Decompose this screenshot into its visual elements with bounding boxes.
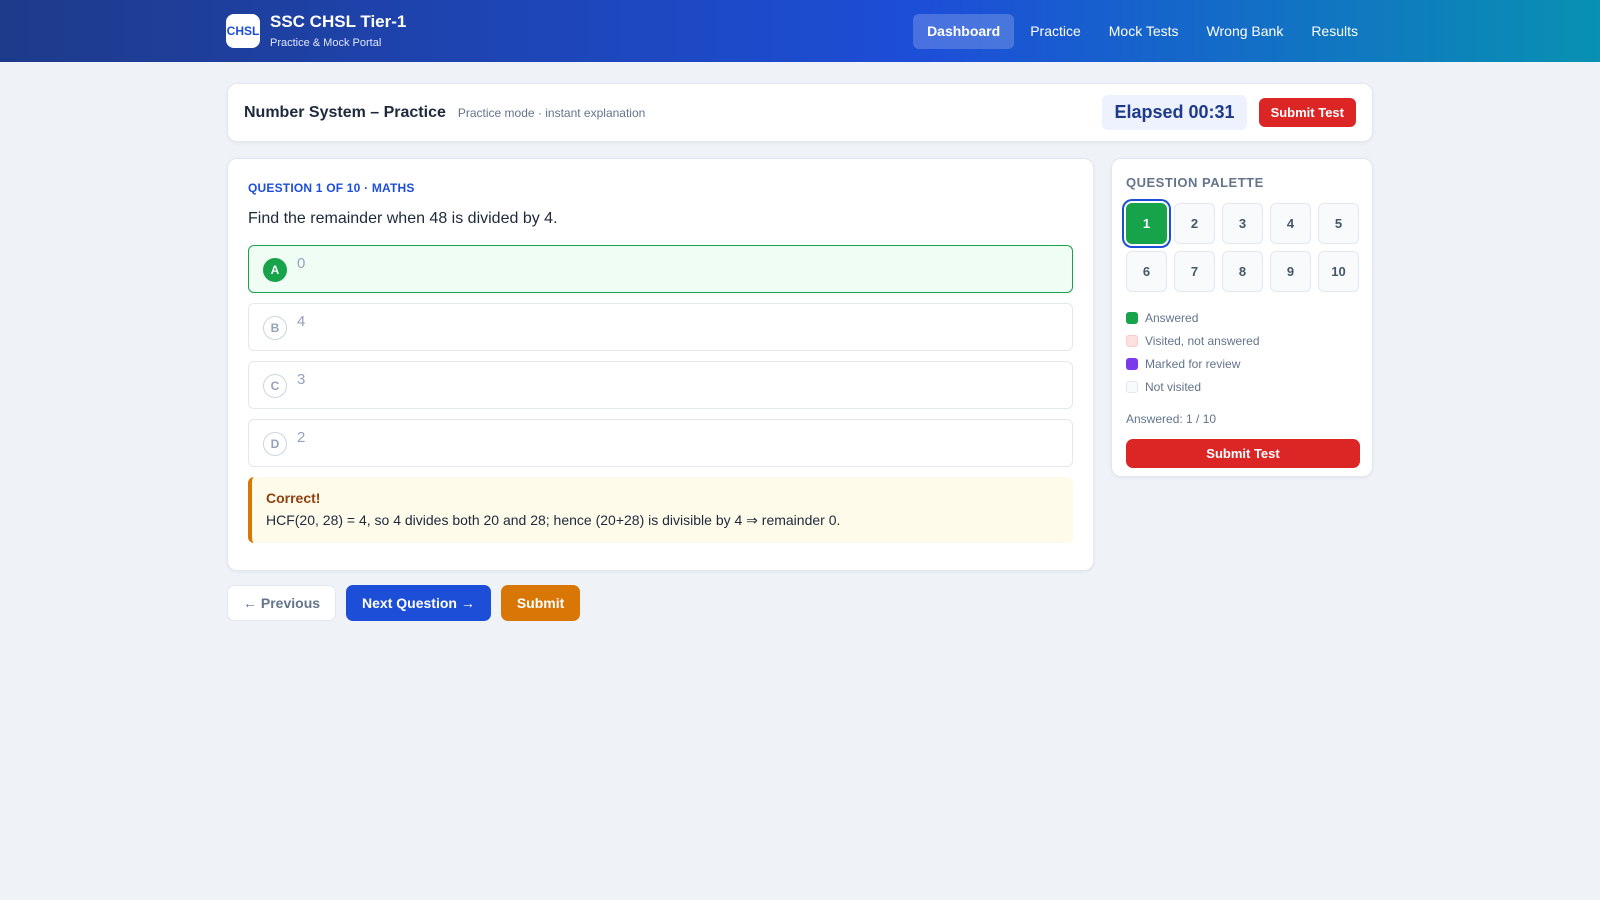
- test-title: Number System – Practice: [244, 103, 446, 121]
- previous-button[interactable]: ← Previous: [227, 585, 337, 621]
- option-a[interactable]: A 0: [248, 245, 1073, 293]
- test-mode: Practice mode · instant explanation: [457, 105, 646, 120]
- legend-visited-label: Visited, not answered: [1145, 333, 1260, 348]
- brand-title: SSC CHSL Tier-1: [270, 12, 407, 31]
- legend-review-label: Marked for review: [1145, 356, 1241, 371]
- palette-question-5[interactable]: 5: [1318, 203, 1359, 244]
- option-d-badge: D: [263, 432, 287, 456]
- question-text: Find the remainder when 48 is divided by…: [248, 210, 558, 227]
- nav-practice[interactable]: Practice: [1016, 14, 1095, 49]
- legend-review-swatch: [1126, 357, 1138, 370]
- palette-question-9[interactable]: 9: [1270, 251, 1311, 292]
- option-b-badge: B: [263, 316, 287, 340]
- explanation-title: Correct!: [266, 490, 321, 506]
- legend-review: Marked for review: [1126, 352, 1358, 375]
- legend-not-visited: Not visited: [1126, 375, 1358, 398]
- option-b[interactable]: B 4: [248, 303, 1073, 351]
- legend-answered-swatch: [1126, 311, 1138, 324]
- nav-mock-tests[interactable]: Mock Tests: [1095, 14, 1193, 49]
- question-palette: QUESTION PALETTE 1 2 3 4 5 6 7 8 9 10 An…: [1111, 158, 1373, 477]
- palette-question-6[interactable]: 6: [1126, 251, 1167, 292]
- main-nav: Dashboard Practice Mock Tests Wrong Bank…: [913, 13, 1372, 49]
- brand-subtitle: Practice & Mock Portal: [270, 37, 382, 49]
- brand-logo: CHSL: [226, 14, 260, 48]
- option-a-badge: A: [263, 258, 287, 282]
- option-b-text: 4: [297, 313, 306, 330]
- nav-dashboard[interactable]: Dashboard: [913, 13, 1015, 49]
- test-header: Number System – Practice Practice mode ·…: [227, 83, 1373, 142]
- palette-question-2[interactable]: 2: [1174, 203, 1215, 244]
- submit-test-button-header[interactable]: Submit Test: [1258, 98, 1356, 127]
- elapsed-timer: Elapsed 00:31: [1102, 95, 1247, 130]
- legend-not-visited-swatch: [1126, 380, 1138, 393]
- option-c[interactable]: C 3: [248, 361, 1073, 409]
- palette-grid: 1 2 3 4 5 6 7 8 9 10: [1126, 203, 1359, 292]
- option-c-badge: C: [263, 374, 287, 398]
- legend-answered: Answered: [1126, 306, 1358, 329]
- next-question-button[interactable]: Next Question →: [346, 585, 491, 621]
- palette-question-3[interactable]: 3: [1222, 203, 1263, 244]
- legend-not-visited-label: Not visited: [1145, 379, 1202, 394]
- palette-question-7[interactable]: 7: [1174, 251, 1215, 292]
- explanation-box: Correct! HCF(20, 28) = 4, so 4 divides b…: [248, 477, 1073, 543]
- brand[interactable]: CHSL SSC CHSL Tier-1 Practice & Mock Por…: [226, 12, 406, 50]
- question-meta: QUESTION 1 OF 10 · MATHS: [248, 181, 415, 195]
- submit-test-button-palette[interactable]: Submit Test: [1126, 439, 1360, 468]
- option-d[interactable]: D 2: [248, 419, 1073, 467]
- legend-visited: Visited, not answered: [1126, 329, 1358, 352]
- options-list: A 0 B 4 C 3 D 2: [248, 245, 1073, 467]
- option-c-text: 3: [297, 371, 306, 388]
- legend-answered-label: Answered: [1145, 310, 1199, 325]
- palette-question-10[interactable]: 10: [1318, 251, 1359, 292]
- palette-legend: Answered Visited, not answered Marked fo…: [1126, 306, 1358, 398]
- answered-count: Answered: 1 / 10: [1126, 412, 1217, 426]
- top-navbar: CHSL SSC CHSL Tier-1 Practice & Mock Por…: [0, 0, 1600, 62]
- nav-results[interactable]: Results: [1297, 14, 1372, 49]
- palette-question-8[interactable]: 8: [1222, 251, 1263, 292]
- explanation-text: HCF(20, 28) = 4, so 4 divides both 20 an…: [266, 512, 841, 528]
- option-a-text: 0: [297, 255, 306, 272]
- question-card: QUESTION 1 OF 10 · MATHS Find the remain…: [227, 158, 1094, 571]
- submit-answer-button[interactable]: Submit: [500, 585, 581, 621]
- palette-question-4[interactable]: 4: [1270, 203, 1311, 244]
- nav-wrong-bank[interactable]: Wrong Bank: [1193, 14, 1298, 49]
- palette-title: QUESTION PALETTE: [1126, 175, 1264, 190]
- question-actions: ← Previous Next Question → Submit: [227, 585, 581, 621]
- palette-question-1[interactable]: 1: [1126, 203, 1167, 244]
- option-d-text: 2: [297, 429, 306, 446]
- legend-visited-swatch: [1126, 334, 1138, 347]
